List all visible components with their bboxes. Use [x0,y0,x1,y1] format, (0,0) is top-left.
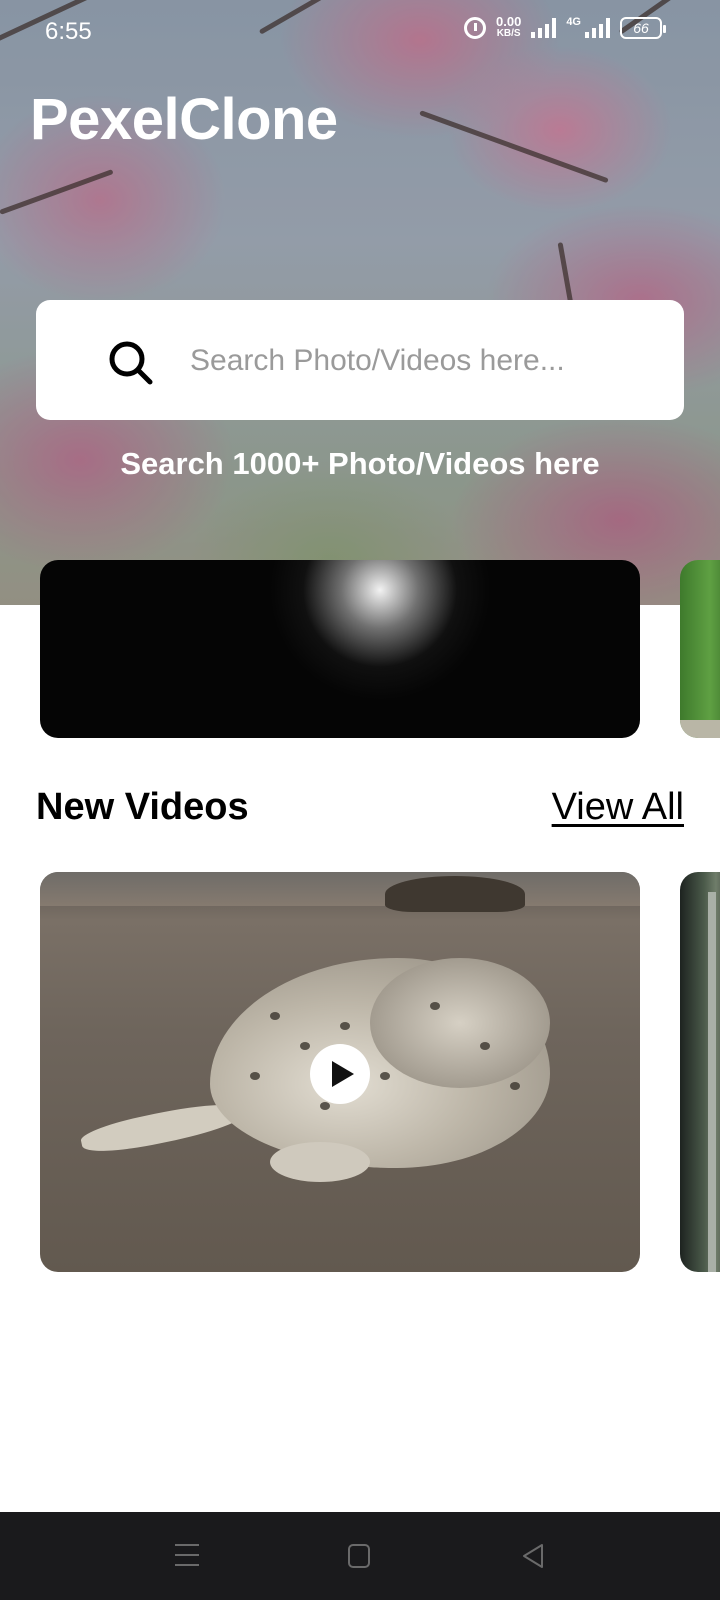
play-icon [332,1061,354,1087]
network-speed: 0.00 KB/S [496,14,522,40]
search-box[interactable] [36,300,684,420]
back-triangle-icon[interactable] [520,1542,546,1570]
status-icons: 0.00 KB/S 4G 66 [464,14,666,40]
app-title: PexelClone [30,87,338,152]
view-all-link[interactable]: View All [552,786,684,829]
menu-icon[interactable] [175,1544,199,1568]
battery-icon: 66 [620,17,666,39]
video-thumbnail-seal-head [370,958,550,1088]
status-bar: 6:55 0.00 KB/S 4G 66 [0,0,720,64]
video-card[interactable] [40,872,640,1272]
photo-card[interactable] [40,560,640,738]
search-input[interactable] [190,336,670,386]
video-thumbnail-rock [385,876,525,912]
alarm-icon [464,17,486,39]
signal-icon [531,18,557,38]
system-nav-bar [0,1512,720,1600]
new-videos-title: New Videos [36,786,249,828]
search-icon[interactable] [108,340,154,386]
hero-subtitle: Search 1000+ Photo/Videos here [120,446,600,481]
network-type: 4G [566,16,581,28]
home-square-icon[interactable] [348,1544,370,1568]
video-thumbnail-background [40,872,640,906]
video-thumbnail-seal-flipper [270,1142,370,1182]
network-speed-unit: KB/S [496,28,521,39]
status-time: 6:55 [45,18,92,45]
play-button[interactable] [310,1044,370,1104]
network-speed-value: 0.00 [496,14,522,29]
video-card-next[interactable] [680,872,720,1272]
signal-icon-2 [585,18,610,38]
photo-card-next[interactable] [680,560,720,738]
hero-banner: 6:55 0.00 KB/S 4G 66 PexelClone Search 1… [0,0,720,605]
